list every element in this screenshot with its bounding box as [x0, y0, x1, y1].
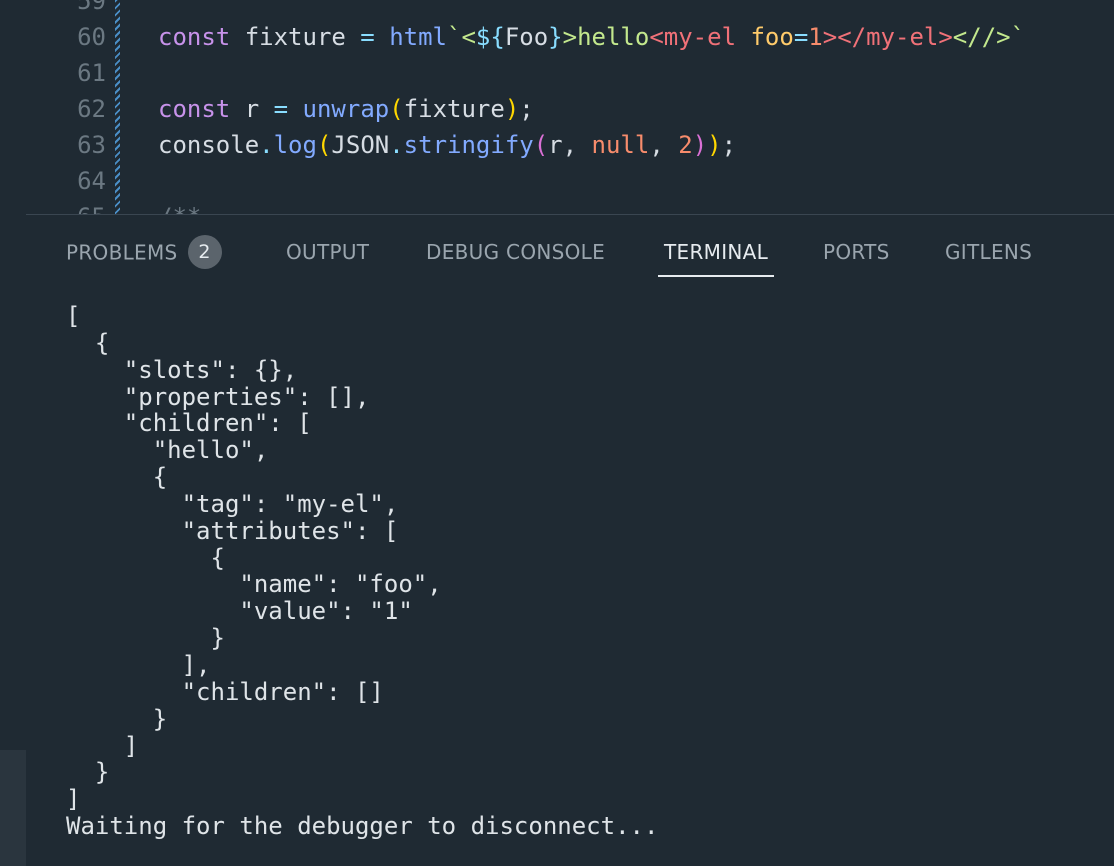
code-token: Foo — [504, 23, 549, 51]
terminal-line: ], — [66, 650, 211, 679]
terminal-line: "attributes": [ — [66, 516, 399, 545]
terminal-line: "slots": {}, — [66, 355, 298, 384]
line-number: 59 — [77, 0, 106, 15]
tab-label: TERMINAL — [664, 240, 769, 264]
terminal-line: } — [66, 758, 110, 787]
terminal-output[interactable]: [ { "slots": {}, "properties": [], "chil… — [66, 303, 1106, 866]
code-token: const — [158, 95, 231, 123]
code-token: . — [389, 131, 404, 159]
tab-label: PROBLEMS — [66, 240, 178, 265]
code-token: log — [273, 131, 317, 159]
line-number: 63 — [77, 131, 106, 159]
terminal-line: "properties": [], — [66, 382, 370, 411]
editor-line-59[interactable]: 59 — [0, 0, 1114, 19]
code-token: } — [548, 23, 563, 51]
code-token: const — [158, 23, 231, 51]
terminal-line: "children": [] — [66, 677, 384, 706]
code-token: ) — [504, 95, 520, 123]
tab-ports[interactable]: PORTS — [823, 237, 890, 277]
code-token: r — [230, 95, 274, 123]
code-token: ( — [533, 131, 549, 159]
code-token: ; — [519, 95, 534, 123]
code-token: /** — [158, 203, 201, 214]
code-token: `< — [447, 23, 476, 51]
terminal-line: [ — [66, 302, 81, 330]
code-token: , — [649, 131, 679, 159]
code-token: 2 — [678, 131, 693, 159]
tab-gitlens[interactable]: GITLENS — [945, 237, 1032, 277]
tab-label: OUTPUT — [286, 240, 370, 264]
editor-line-65[interactable]: 65 /** — [0, 199, 1114, 214]
tab-output[interactable]: OUTPUT — [286, 237, 369, 277]
line-number: 62 — [77, 95, 106, 123]
code-token: ></my-el> — [822, 23, 953, 51]
code-token: fixture — [403, 95, 505, 123]
code-token: = — [360, 23, 375, 51]
terminal-line: ] — [66, 785, 81, 814]
line-number: 65 — [0, 199, 106, 214]
line-code[interactable]: const fixture = html`<${Foo}>hello<my-el… — [158, 19, 1025, 55]
terminal-line: { — [66, 543, 225, 572]
tab-problems[interactable]: PROBLEMS 2 — [66, 235, 222, 277]
code-token: stringify — [403, 131, 534, 159]
terminal-status-line: Waiting for the debugger to disconnect..… — [66, 812, 659, 841]
code-editor[interactable]: 59 60 const fixture = html`<${Foo}>hello… — [0, 0, 1114, 214]
line-number: 61 — [77, 59, 106, 87]
line-code[interactable]: const r = unwrap(fixture); — [158, 91, 534, 127]
terminal-line: "tag": "my-el", — [66, 489, 399, 518]
terminal-line: { — [66, 328, 110, 357]
tab-label: DEBUG CONSOLE — [426, 240, 606, 264]
terminal-line: "hello", — [66, 436, 269, 465]
code-token: = — [273, 95, 289, 123]
tab-debug-console[interactable]: DEBUG CONSOLE — [426, 237, 605, 277]
tab-label: PORTS — [823, 240, 890, 264]
editor-line-63[interactable]: 63 console.log(JSON.stringify(r, null, 2… — [0, 127, 1114, 163]
bottom-panel: PROBLEMS 2 OUTPUT DEBUG CONSOLE TERMINAL … — [26, 215, 1114, 866]
code-token: console — [158, 131, 260, 159]
line-number: 64 — [77, 167, 106, 195]
code-token: . — [259, 131, 274, 159]
editor-line-62[interactable]: 62 const r = unwrap(fixture); — [0, 91, 1114, 127]
code-token: >hello — [562, 23, 650, 51]
code-token: fixture — [230, 23, 361, 51]
line-code[interactable]: /** — [158, 199, 201, 214]
editor-line-60[interactable]: 60 const fixture = html`<${Foo}>hello<my… — [0, 19, 1114, 55]
code-token: unwrap — [302, 95, 390, 123]
terminal-line: { — [66, 463, 168, 492]
terminal-line: ] — [66, 731, 139, 760]
code-token: ; — [721, 131, 737, 159]
code-token: 1 — [808, 23, 823, 51]
code-token: <my-el — [649, 23, 737, 51]
line-number: 60 — [77, 23, 106, 51]
code-token: null — [591, 131, 650, 159]
code-token: ) — [692, 131, 708, 159]
active-tab-indicator — [658, 275, 775, 277]
editor-line-64[interactable]: 64 — [0, 163, 1114, 199]
panel-scrollbar-thumb[interactable] — [0, 750, 26, 866]
code-token: ( — [316, 131, 332, 159]
code-token: ( — [389, 95, 404, 123]
problems-count-badge: 2 — [187, 235, 222, 269]
code-token: JSON — [331, 131, 390, 159]
code-token: html — [389, 23, 447, 51]
line-code[interactable]: console.log(JSON.stringify(r, null, 2)); — [158, 127, 736, 163]
code-token: r, — [548, 131, 592, 159]
code-token: ${ — [475, 23, 505, 51]
code-token: ) — [707, 131, 722, 159]
code-token: = — [793, 23, 809, 51]
terminal-line: "children": [ — [66, 409, 312, 438]
panel-tab-bar: PROBLEMS 2 OUTPUT DEBUG CONSOLE TERMINAL … — [26, 215, 1114, 289]
terminal-line: } — [66, 704, 168, 733]
terminal-line: "value": "1" — [66, 597, 413, 626]
code-token: <//>` — [952, 23, 1026, 51]
code-token: foo — [750, 23, 794, 51]
tab-label: GITLENS — [945, 240, 1033, 264]
terminal-line: "name": "foo", — [66, 570, 442, 599]
editor-line-61[interactable]: 61 — [0, 55, 1114, 91]
tab-terminal[interactable]: TERMINAL — [658, 237, 775, 277]
terminal-line: } — [66, 624, 225, 653]
